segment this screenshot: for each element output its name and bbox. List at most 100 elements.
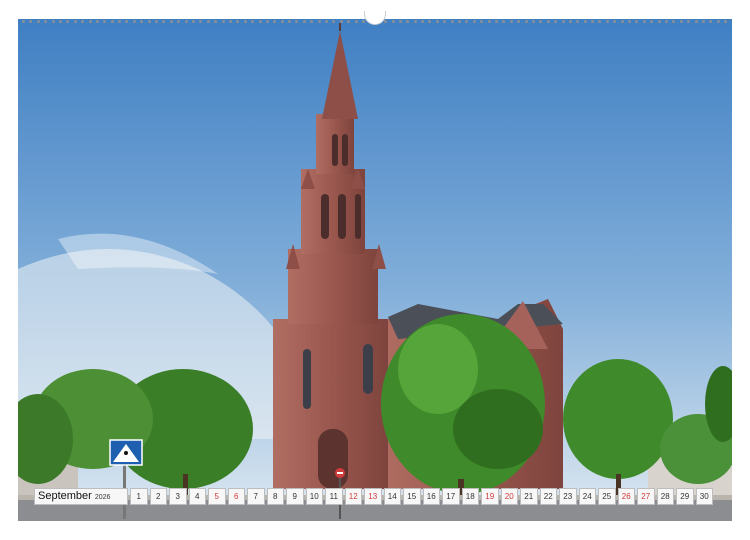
spiral-hole (191, 19, 195, 23)
day-cell: 11 (325, 488, 343, 505)
spiral-hole (694, 19, 698, 23)
spiral-hole (73, 19, 77, 23)
day-cell: 7 (247, 488, 265, 505)
day-cell: 22 (539, 488, 557, 505)
day-cell: 18 (461, 488, 479, 505)
spiral-hole (406, 19, 410, 23)
spiral-hole (509, 19, 513, 23)
spiral-hole (206, 19, 210, 23)
day-cell: 13 (364, 488, 382, 505)
spiral-hole (495, 19, 498, 23)
spiral-hole (458, 19, 462, 23)
spiral-hole (22, 19, 25, 23)
spiral-hole (347, 19, 351, 23)
spiral-hole (66, 19, 70, 23)
spiral-hole (288, 19, 292, 23)
spiral-hole (132, 19, 136, 23)
spiral-hole (169, 19, 173, 23)
spiral-hole (435, 19, 439, 23)
spiral-hole (280, 19, 284, 23)
spiral-hole (480, 19, 484, 23)
spiral-hole (29, 19, 33, 23)
spiral-hole (465, 19, 469, 23)
spiral-hole (657, 19, 661, 23)
spiral-hole (583, 19, 587, 23)
day-cell: 6 (227, 488, 245, 505)
spiral-hole (398, 19, 402, 23)
spiral-hole (561, 19, 565, 23)
spiral-hole (177, 19, 181, 23)
spiral-hole (628, 19, 632, 23)
spiral-hole (44, 19, 48, 23)
church-photo-illustration (18, 19, 732, 521)
day-cell: 1 (130, 488, 148, 505)
church-photo (18, 19, 732, 521)
spiral-hole (391, 19, 395, 23)
spiral-hole (81, 19, 85, 23)
spiral-hole (125, 19, 129, 23)
spiral-hole (650, 19, 654, 23)
spiral-hole (716, 19, 720, 23)
spiral-hole (265, 19, 269, 23)
spiral-hole (214, 19, 218, 23)
spiral-hole (36, 19, 40, 23)
spiral-hole (539, 19, 543, 23)
spiral-hole (184, 19, 188, 23)
spiral-hole (428, 19, 432, 23)
day-cell: 26 (617, 488, 635, 505)
spiral-hole (302, 19, 306, 23)
spiral-hole (472, 19, 476, 23)
day-cell: 12 (344, 488, 362, 505)
spiral-hole (664, 19, 668, 23)
spiral-hole (162, 19, 166, 23)
spiral-hole (221, 19, 225, 23)
spiral-hole (613, 19, 617, 23)
spiral-hole (110, 19, 114, 23)
month-name: September (38, 490, 92, 502)
spiral-hole (687, 19, 691, 23)
day-cell: 20 (500, 488, 518, 505)
day-cells: 1 2 3 4 5 6 7 8 9 10 11 12 13 14 15 16 17 18 19 20 21 22 23 24 2… (130, 488, 713, 505)
day-cell: 17 (442, 488, 460, 505)
day-cell: 4 (188, 488, 206, 505)
day-cell: 15 (403, 488, 421, 505)
spiral-hole (517, 19, 521, 23)
day-cell: 8 (266, 488, 284, 505)
spiral-hole (51, 19, 55, 23)
month-label-cell: September 2026 (34, 488, 128, 505)
spiral-hole (95, 19, 99, 23)
spiral-hole (605, 19, 609, 23)
spiral-hole (310, 19, 314, 23)
spiral-hole (295, 19, 299, 23)
spiral-hole (413, 19, 417, 23)
spiral-hole (576, 19, 580, 23)
day-cell: 27 (637, 488, 655, 505)
spiral-hole (251, 19, 255, 23)
spiral-hole (620, 19, 624, 23)
spiral-hole (642, 19, 646, 23)
spiral-hole (103, 19, 107, 23)
day-cell: 16 (422, 488, 440, 505)
spiral-hole (325, 19, 329, 23)
day-cell: 19 (481, 488, 499, 505)
spiral-hole (361, 19, 365, 23)
day-cell: 30 (695, 488, 713, 505)
spiral-hole (709, 19, 713, 23)
spiral-hole (273, 19, 277, 23)
spiral-hole (421, 19, 425, 23)
spiral-hole (598, 19, 602, 23)
spiral-hole (487, 19, 491, 23)
spiral-hole (147, 19, 151, 23)
spiral-hole (450, 19, 454, 23)
spiral-hole (531, 19, 535, 23)
spiral-hole (384, 19, 388, 23)
spiral-hole (58, 19, 62, 23)
spiral-hole (140, 19, 144, 23)
day-cell: 3 (169, 488, 187, 505)
spiral-hole (546, 19, 550, 23)
spiral-hole (317, 19, 321, 23)
day-cell: 25 (598, 488, 616, 505)
spiral-hole (554, 19, 558, 23)
day-cell: 24 (578, 488, 596, 505)
spiral-hole (243, 19, 247, 23)
